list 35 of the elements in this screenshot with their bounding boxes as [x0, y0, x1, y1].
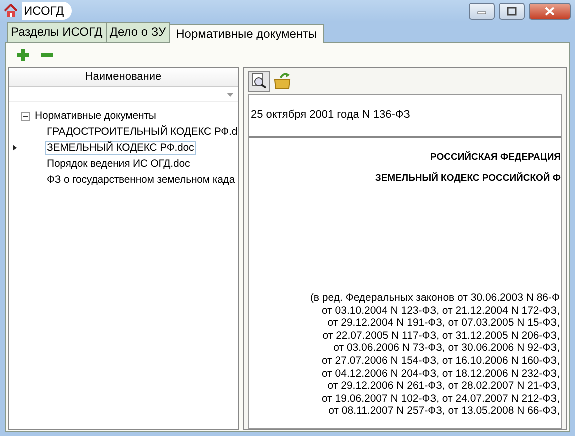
maximize-icon	[507, 6, 517, 16]
document-text-line: от 27.07.2006 N 154-ФЗ, от 16.10.2006 N 160-ФЗ,	[322, 354, 560, 368]
tree-item[interactable]: ГРАДОСТРОИТЕЛЬНЫЙ КОДЕКС РФ.d	[45, 125, 238, 139]
document-text-line: от 04.12.2006 N 204-ФЗ, от 18.12.2006 N 232-ФЗ,	[322, 368, 560, 380]
maximize-button[interactable]	[499, 2, 525, 20]
remove-icon[interactable]	[40, 52, 54, 58]
document-text-line: от 29.12.2006 N 261-ФЗ, от 28.02.2007 N 21-ФЗ,	[328, 380, 560, 393]
open-folder-icon[interactable]	[274, 72, 292, 90]
collapse-icon[interactable]	[21, 112, 30, 120]
document-text-line: от 29.12.2004 N 191-ФЗ, от 07.03.2005 N 15-ФЗ,	[328, 317, 560, 330]
tree-item[interactable]: Нормативные документы	[33, 109, 158, 123]
document-text-line: от 08.11.2007 N 257-ФЗ, от 13.05.2008 N 66-ФЗ,	[328, 405, 560, 418]
document-date-line: 25 октября 2001 года N 136-ФЗ	[251, 109, 410, 121]
house-icon	[4, 4, 18, 18]
minimize-button[interactable]	[469, 2, 495, 20]
document-heading: ЗЕМЕЛЬНЫЙ КОДЕКС РОССИЙСКОЙ Ф	[375, 173, 561, 184]
row-indicator-icon	[13, 145, 17, 151]
document-text-line: (в ред. Федеральных законов от 30.06.2003 N 86-Ф	[310, 292, 560, 305]
preview-button[interactable]	[248, 70, 270, 92]
tree-item[interactable]: ЗЕМЕЛЬНЫЙ КОДЕКС РФ.doc	[45, 141, 196, 155]
document-text-line: от 22.07.2005 N 117-ФЗ, от 31.12.2005 N 206-ФЗ,	[322, 330, 560, 342]
window-title: ИСОГД	[22, 2, 72, 20]
tab[interactable]: Нормативные документы	[169, 24, 324, 43]
tree-item[interactable]: Порядок ведения ИС ОГД.doc	[45, 157, 192, 171]
close-icon	[545, 6, 555, 16]
document-heading: РОССИЙСКАЯ ФЕДЕРАЦИЯ	[430, 152, 561, 163]
close-button[interactable]	[529, 2, 571, 20]
document-text-line: от 19.06.2007 N 102-ФЗ, от 24.07.2007 N 212-ФЗ,	[322, 392, 560, 406]
tree-item[interactable]: ФЗ о государственном земельном када	[45, 173, 238, 187]
tab[interactable]: Разделы ИСОГД	[7, 22, 107, 42]
add-icon[interactable]	[16, 48, 30, 62]
magnifier-page-icon	[251, 73, 267, 89]
document-text-line: от 03.06.2006 N 73-ФЗ, от 30.06.2006 N 92-ФЗ,	[334, 342, 560, 355]
tab[interactable]: Дело о ЗУ	[106, 22, 170, 42]
document-text-line: от 03.10.2004 N 123-ФЗ, от 21.12.2004 N 172-ФЗ,	[322, 304, 560, 318]
